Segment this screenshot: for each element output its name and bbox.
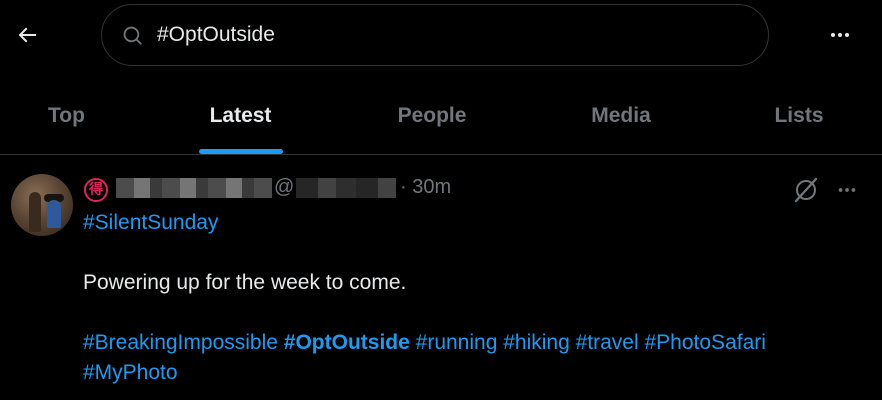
hashtag-link[interactable]: #travel: [576, 331, 639, 354]
hashtag-link[interactable]: #SilentSunday: [83, 211, 218, 234]
tweet-text: #SilentSunday Powering up for the week t…: [83, 208, 863, 388]
tweet[interactable]: 得 @ · 30m #SilentSunday Powering up for …: [0, 156, 882, 400]
hashtag-link[interactable]: #PhotoSafari: [645, 331, 766, 354]
affiliate-badge-icon: 得: [84, 178, 108, 202]
tweet-line: Powering up for the week to come.: [83, 271, 407, 294]
tweet-line: #BreakingImpossible #OptOutside #running…: [83, 328, 863, 358]
search-input[interactable]: [157, 17, 737, 53]
search-tabs: Top Latest People Media Lists: [0, 78, 882, 155]
search-icon: [123, 26, 142, 45]
tweet-timestamp[interactable]: · 30m: [400, 176, 451, 199]
hashtag-link-highlighted[interactable]: #OptOutside: [284, 331, 410, 354]
back-button[interactable]: [8, 16, 46, 54]
hashtag-link[interactable]: #BreakingImpossible: [83, 331, 278, 354]
tab-top[interactable]: Top: [0, 78, 133, 154]
search-box[interactable]: [101, 4, 769, 66]
tweet-more-button[interactable]: [832, 178, 862, 202]
hashtag-link[interactable]: #running: [416, 331, 498, 354]
tab-latest[interactable]: Latest: [175, 78, 306, 154]
tweet-line: #SilentSunday: [83, 208, 863, 238]
handle-redacted[interactable]: [296, 178, 396, 198]
tab-lists[interactable]: Lists: [748, 78, 850, 154]
grok-icon[interactable]: [792, 176, 820, 204]
more-horizontal-icon: [838, 188, 856, 192]
avatar-figure: [29, 192, 41, 232]
more-horizontal-icon: [831, 33, 849, 37]
avatar[interactable]: [11, 174, 73, 236]
search-header: [0, 0, 882, 72]
tab-people[interactable]: People: [366, 78, 498, 154]
tweet-line: #MyPhoto: [83, 358, 863, 388]
more-options-button[interactable]: [818, 16, 862, 54]
handle-at-sign: @: [274, 176, 295, 198]
hashtag-link[interactable]: #MyPhoto: [83, 361, 178, 384]
avatar-figure: [47, 200, 61, 228]
arrow-left-icon: [18, 27, 36, 43]
active-tab-indicator: [199, 149, 283, 154]
hashtag-link[interactable]: #hiking: [503, 331, 570, 354]
display-name-redacted[interactable]: [116, 178, 272, 198]
tab-media[interactable]: Media: [560, 78, 682, 154]
